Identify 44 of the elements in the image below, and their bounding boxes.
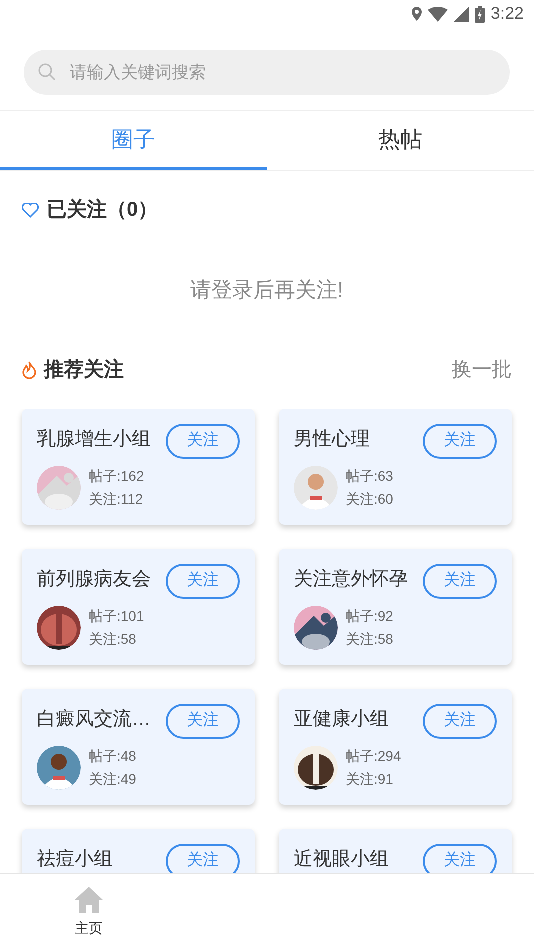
signal-icon [454, 6, 469, 22]
group-name: 白癜风交流… [37, 708, 151, 732]
nav-item[interactable]: 主页 [0, 874, 178, 950]
group-name: 前列腺病友会 [37, 568, 151, 592]
group-name: 祛痘小组 [37, 848, 113, 872]
stat-text: 帖子:294 [346, 746, 402, 766]
stat-text: 帖子:63 [346, 466, 394, 486]
search-field[interactable]: 请输入关键词搜索 [24, 50, 510, 95]
group-card[interactable]: 近视眼小组 关注 [279, 828, 512, 873]
status-time: 3:22 [490, 3, 524, 26]
location-icon [412, 7, 422, 21]
group-name: 近视眼小组 [294, 848, 389, 872]
refresh-link[interactable]: 换一批 [452, 354, 512, 384]
group-name: 男性心理 [294, 428, 370, 452]
group-card[interactable]: 关注意外怀孕 关注 帖子:92 关注:58 [279, 548, 512, 664]
stat-text: 帖子:48 [89, 746, 136, 766]
flame-icon [22, 360, 37, 378]
stat-text: 关注:60 [346, 490, 394, 508]
search-icon [38, 63, 56, 81]
group-name: 亚健康小组 [294, 708, 389, 732]
group-card[interactable]: 乳腺增生小组 关注 帖子:162 关注:112 [22, 408, 255, 524]
tab[interactable]: 热帖 [267, 111, 534, 170]
stat-text: 关注:58 [346, 630, 394, 648]
stat-text: 关注:58 [89, 630, 138, 648]
group-card[interactable]: 白癜风交流… 关注 帖子:48 关注:49 [22, 688, 255, 804]
stat-text: 关注:112 [89, 490, 144, 508]
stat-text: 帖子:101 [89, 606, 144, 626]
group-card[interactable]: 亚健康小组 关注 帖子:294 关注:91 [279, 688, 512, 804]
heart-icon [22, 202, 39, 218]
group-name: 关注意外怀孕 [294, 568, 408, 592]
wifi-icon [428, 6, 448, 22]
stat-text: 关注:91 [346, 770, 394, 788]
battery-icon [474, 6, 485, 22]
section-title: 已关注（0） [47, 198, 158, 223]
group-card[interactable]: 祛痘小组 关注 [22, 828, 255, 873]
section-title: 推荐关注 [44, 358, 124, 382]
group-name: 乳腺增生小组 [37, 428, 151, 452]
group-card[interactable]: 前列腺病友会 关注 帖子:101 关注:58 [22, 548, 255, 664]
home-icon [74, 886, 104, 914]
stat-text: 关注:49 [89, 770, 136, 788]
group-card[interactable]: 男性心理 关注 帖子:63 关注:60 [279, 408, 512, 524]
stat-text: 帖子:92 [346, 606, 394, 626]
stat-text: 帖子:162 [89, 466, 144, 486]
empty-message: 请登录后再关注! [190, 278, 344, 304]
